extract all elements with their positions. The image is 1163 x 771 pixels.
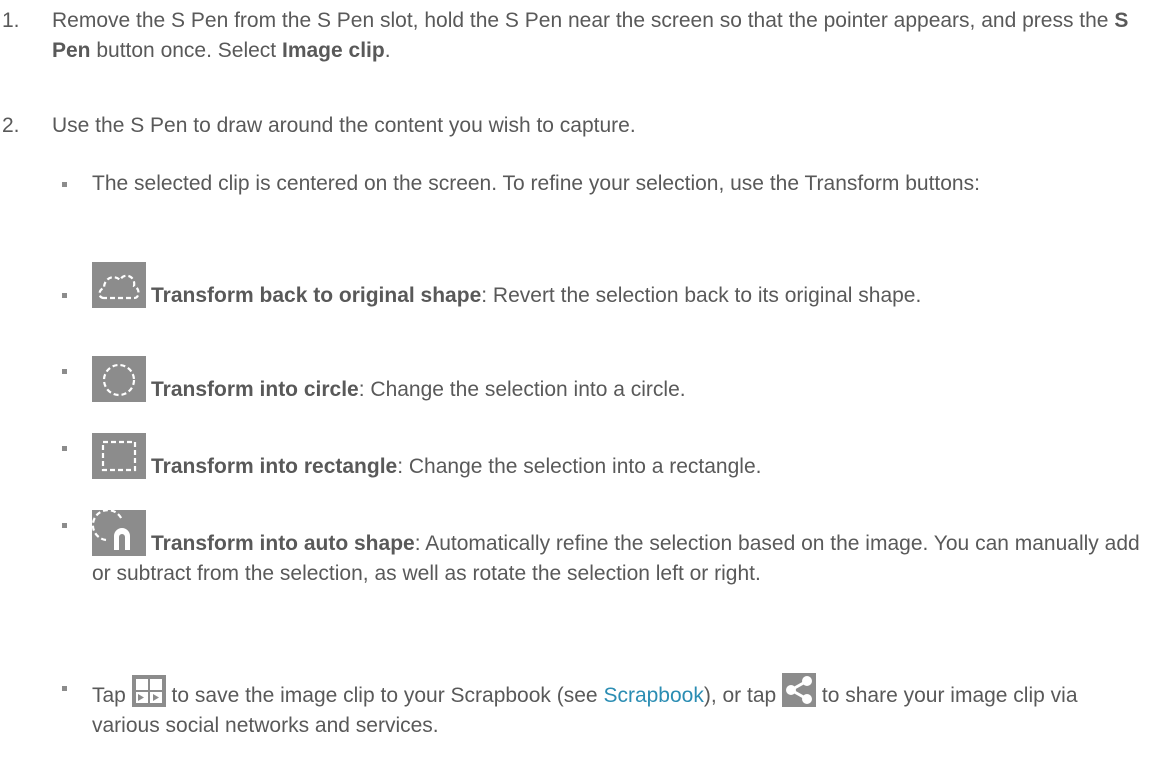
share-icon <box>782 673 817 707</box>
document-page: 1. Remove the S Pen from the S Pen slot,… <box>0 0 1163 771</box>
bullet-marker <box>62 523 67 528</box>
scrapbook-link[interactable]: Scrapbook <box>603 684 703 707</box>
bullet-text: Transform into auto shape: Automatically… <box>92 510 1142 589</box>
bold-term: Transform into auto shape <box>151 532 415 555</box>
bullet-marker <box>62 182 67 187</box>
step-number: 1. <box>2 9 20 32</box>
bullet-text: Transform into rectangle: Change the sel… <box>92 433 1142 482</box>
bullet-text: Tap to save the image clip to your Scrap… <box>92 673 1142 741</box>
bold-term: Image clip <box>281 39 385 62</box>
transform-original-shape-icon <box>92 262 146 308</box>
bullet-text: Transform into circle: Change the select… <box>92 356 1142 405</box>
transform-auto-shape-icon <box>92 510 146 556</box>
bold-term: Transform into rectangle <box>151 455 398 478</box>
transform-rectangle-icon <box>92 433 146 479</box>
transform-circle-icon <box>92 356 146 402</box>
bullet-text: Transform back to original shape: Revert… <box>92 262 1142 311</box>
bold-term: Transform back to original shape <box>151 284 482 307</box>
bullet-text: The selected clip is centered on the scr… <box>92 172 980 195</box>
step-number: 2. <box>2 114 20 137</box>
bold-term: Transform into circle <box>151 378 359 401</box>
step-text: Remove the S Pen from the S Pen slot, ho… <box>52 9 1129 62</box>
step-text: Use the S Pen to draw around the content… <box>52 114 636 137</box>
save-to-scrapbook-icon <box>131 675 166 707</box>
bullet-marker <box>62 293 67 298</box>
bullet-marker <box>62 446 67 451</box>
bullet-marker <box>62 369 67 374</box>
bullet-marker <box>62 686 67 691</box>
